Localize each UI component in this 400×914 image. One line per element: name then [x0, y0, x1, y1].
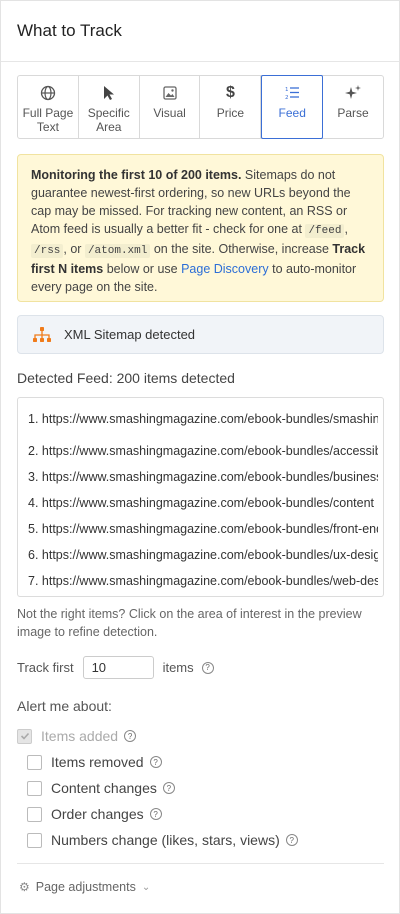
tab-specific-area[interactable]: Specific Area: [79, 76, 140, 138]
help-icon[interactable]: ?: [124, 730, 137, 742]
list-item: 7. https://www.smashingmagazine.com/eboo…: [28, 573, 378, 588]
notice-text: below or use: [103, 262, 182, 276]
checkbox[interactable]: [27, 754, 42, 770]
notice-bold-intro: Monitoring the first 10 of 200 items.: [31, 168, 242, 182]
panel-header: What to Track: [1, 1, 399, 62]
sparkle-icon: [344, 84, 362, 102]
tab-price[interactable]: $ Price: [200, 76, 262, 138]
sitemap-detected-banner: XML Sitemap detected: [17, 315, 384, 354]
help-icon[interactable]: ?: [149, 808, 162, 820]
list-item: 4. https://www.smashingmagazine.com/eboo…: [28, 495, 375, 510]
detected-url-list[interactable]: 1. https://www.smashingmagazine.com/eboo…: [17, 397, 384, 597]
list-icon: 12: [283, 84, 301, 102]
notice-code-rss: /rss: [31, 244, 64, 258]
page-adjustments-toggle[interactable]: ⚙ Page adjustments ⌄: [19, 880, 150, 894]
help-icon[interactable]: ?: [201, 661, 214, 674]
page-adjustments-label: Page adjustments: [35, 880, 136, 894]
tab-label-line1: Full Page: [22, 106, 74, 120]
sitemap-icon: [32, 326, 52, 344]
track-first-row: Track first items ?: [17, 656, 214, 679]
tab-label-line2: Text: [36, 120, 59, 134]
tab-parse[interactable]: Parse: [323, 76, 383, 138]
track-items-label: items: [162, 660, 194, 675]
tab-label-line1: Specific: [87, 106, 130, 120]
track-type-tabs: Full Page Text Specific Area Visual $ Pr…: [17, 75, 384, 139]
detected-feed-label: Detected Feed: 200 items detected: [17, 370, 235, 386]
sitemap-label: XML Sitemap detected: [64, 327, 196, 342]
alert-title: Alert me about:: [17, 698, 112, 714]
help-icon[interactable]: ?: [162, 782, 175, 794]
divider: [17, 863, 384, 864]
help-icon[interactable]: ?: [285, 834, 298, 846]
svg-text:1: 1: [285, 87, 289, 93]
alert-option-numbers-change[interactable]: Numbers change (likes, stars, views) ?: [27, 832, 298, 848]
tab-feed[interactable]: 12 Feed: [261, 75, 324, 139]
refine-hint: Not the right items? Click on the area o…: [17, 607, 362, 639]
what-to-track-panel: What to Track Full Page Text Specific Ar…: [0, 0, 400, 914]
checkbox: [17, 728, 32, 744]
notice-sep: , or: [63, 242, 85, 256]
option-label: Numbers change (likes, stars, views): [51, 832, 280, 848]
alert-option-items-added: Items added ?: [17, 728, 137, 744]
alert-option-items-removed[interactable]: Items removed ?: [27, 754, 162, 770]
list-item: 3. https://www.smashingmagazine.com/eboo…: [28, 469, 378, 484]
tab-full-page-text[interactable]: Full Page Text: [18, 76, 79, 138]
chevron-down-icon: ⌄: [141, 881, 151, 893]
list-item: 5. https://www.smashingmagazine.com/eboo…: [28, 521, 378, 536]
page-discovery-link[interactable]: Page Discovery: [181, 262, 269, 276]
tab-visual[interactable]: Visual: [140, 76, 201, 138]
track-first-input[interactable]: [82, 656, 154, 679]
tab-label-line1: Price: [216, 106, 245, 120]
option-label: Order changes: [51, 806, 144, 822]
alert-option-content-changes[interactable]: Content changes ?: [27, 780, 175, 796]
sitemap-cap-notice: Monitoring the first 10 of 200 items. Si…: [17, 154, 384, 302]
svg-text:2: 2: [285, 95, 289, 101]
image-icon: [161, 84, 179, 102]
gear-icon: ⚙: [19, 880, 30, 894]
tab-label-line1: Parse: [337, 106, 369, 120]
notice-code-atom: /atom.xml: [84, 244, 151, 258]
track-first-label: Track first: [17, 660, 74, 675]
notice-text: on the site. Otherwise, increase: [150, 242, 333, 256]
cursor-icon: [100, 84, 118, 102]
tab-label-line2: Area: [96, 120, 122, 134]
checkbox[interactable]: [27, 806, 42, 822]
notice-sep: ,: [344, 222, 348, 236]
tab-label-line1: Visual: [153, 106, 186, 120]
dollar-icon: $: [225, 84, 235, 101]
list-item: 1. https://www.smashingmagazine.com/eboo…: [28, 411, 378, 426]
list-item: 6. https://www.smashingmagazine.com/eboo…: [28, 547, 378, 562]
tab-label-line1: Feed: [278, 106, 306, 120]
alert-option-order-changes[interactable]: Order changes ?: [27, 806, 162, 822]
globe-icon: [39, 84, 57, 102]
option-label: Items removed: [51, 754, 144, 770]
option-label: Items added: [41, 728, 119, 744]
list-item: 2. https://www.smashingmagazine.com/eboo…: [28, 443, 378, 458]
help-icon[interactable]: ?: [149, 756, 162, 768]
notice-code-feed: /feed: [305, 224, 345, 238]
checkbox[interactable]: [27, 832, 42, 848]
panel-title: What to Track: [17, 21, 122, 40]
checkbox[interactable]: [27, 780, 42, 796]
option-label: Content changes: [51, 780, 157, 796]
